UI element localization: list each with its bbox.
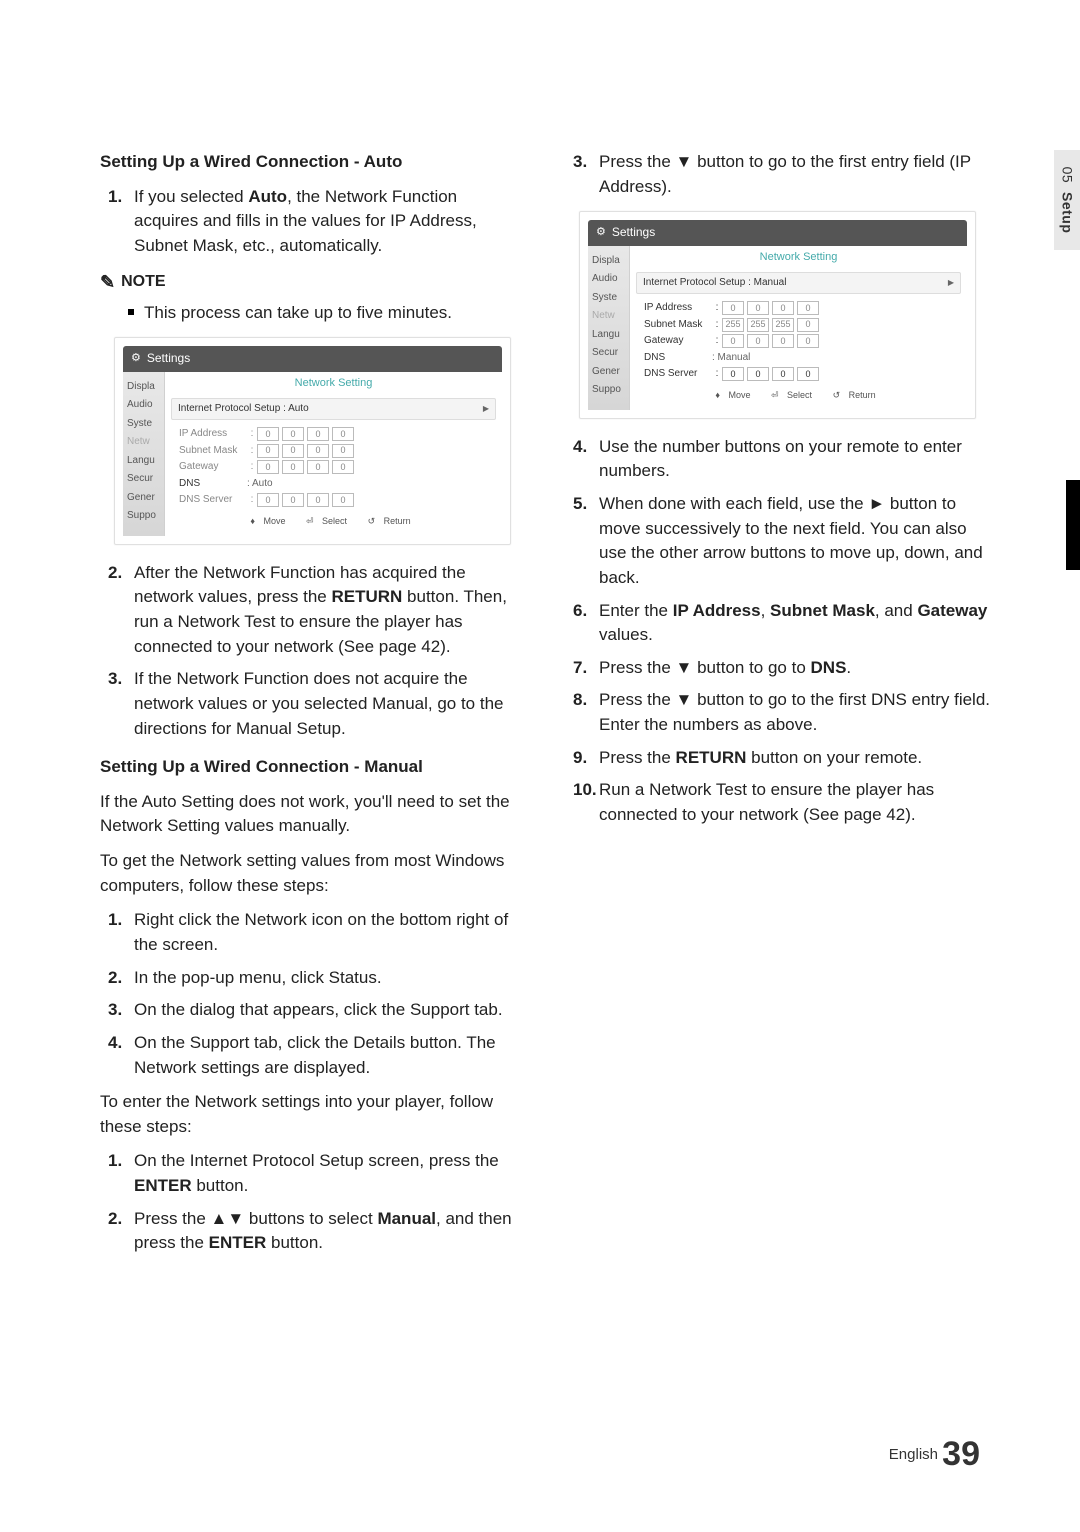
list-item: 2.In the pop-up menu, click Status.	[108, 966, 525, 991]
list-item: 6.Enter the IP Address, Subnet Mask, and…	[573, 599, 990, 648]
note-heading: ✎ NOTE	[100, 269, 525, 295]
ip-octet: 0	[332, 444, 354, 458]
ip-field-row: Subnet Mask:0000	[171, 443, 496, 460]
list-item: 4.Use the number buttons on your remote …	[573, 435, 990, 484]
ip-octet: 0	[332, 427, 354, 441]
ip-octet: 0	[797, 301, 819, 315]
screenshot-sidebar: Displa Audio Syste Netw Langu Secur Gene…	[588, 246, 630, 410]
chapter-label: Setup	[1059, 192, 1075, 233]
ip-octet: 0	[257, 444, 279, 458]
ip-octet: 0	[722, 301, 744, 315]
right-step-3: 3. Press the ▼ button to go to the first…	[573, 150, 990, 199]
gear-icon: ⚙	[596, 225, 606, 241]
chapter-tab: 05 Setup	[1054, 150, 1080, 250]
ip-field-row: Gateway:0000	[171, 459, 496, 476]
thumb-indicator	[1066, 480, 1080, 570]
screenshot-manual: ⚙ Settings Displa Audio Syste Netw Langu…	[579, 211, 976, 418]
list-item: 1.Right click the Network icon on the bo…	[108, 908, 525, 957]
ip-octet: 0	[257, 460, 279, 474]
ip-octet: 0	[282, 444, 304, 458]
screenshot-sidebar: Displa Audio Syste Netw Langu Secur Gene…	[123, 372, 165, 536]
ip-octet: 0	[797, 334, 819, 348]
screenshot-footer: ♦ Move ⏎ Select ↺ Return	[171, 509, 496, 530]
chevron-right-icon: ▶	[483, 403, 489, 415]
ip-octet: 0	[797, 318, 819, 332]
ip-octet: 255	[722, 318, 744, 332]
note-icon: ✎	[100, 269, 115, 295]
list-item: 7.Press the ▼ button to go to DNS.	[573, 656, 990, 681]
protocol-row: Internet Protocol Setup : Auto▶	[171, 398, 496, 421]
enter-step-2: 2. Press the ▲▼ buttons to select Manual…	[108, 1207, 525, 1256]
chevron-right-icon: ▶	[948, 277, 954, 289]
list-item: 3.On the dialog that appears, click the …	[108, 998, 525, 1023]
gear-icon: ⚙	[131, 351, 141, 367]
ip-field-row: IP Address:0000	[171, 426, 496, 443]
heading-manual: Setting Up a Wired Connection - Manual	[100, 755, 525, 780]
ip-octet: 0	[307, 427, 329, 441]
screenshot-header: Network Setting	[636, 246, 961, 272]
list-item: 10.Run a Network Test to ensure the play…	[573, 778, 990, 827]
list-item: 5.When done with each field, use the ► b…	[573, 492, 990, 591]
auto-step-1: 1. If you selected Auto, the Network Fun…	[108, 185, 525, 259]
ip-field-row: Subnet Mask:2552552550	[636, 317, 961, 334]
screenshot-titlebar: ⚙ Settings	[123, 346, 502, 371]
note-body: This process can take up to five minutes…	[100, 301, 525, 326]
screenshot-titlebar: ⚙ Settings	[588, 220, 967, 245]
dns-row: DNS : Manual	[636, 350, 961, 367]
ip-octet: 0	[282, 427, 304, 441]
list-item: 4.On the Support tab, click the Details …	[108, 1031, 525, 1080]
ip-octet: 0	[332, 460, 354, 474]
screenshot-auto: ⚙ Settings Displa Audio Syste Netw Langu…	[114, 337, 511, 544]
manual-intro-2: To get the Network setting values from m…	[100, 849, 525, 898]
dns-row: DNS : Auto	[171, 476, 496, 493]
ip-octet: 0	[747, 301, 769, 315]
heading-auto: Setting Up a Wired Connection - Auto	[100, 150, 525, 175]
ip-octet: 255	[747, 318, 769, 332]
list-item: 8.Press the ▼ button to go to the first …	[573, 688, 990, 737]
ip-octet: 0	[722, 334, 744, 348]
ip-octet: 0	[307, 460, 329, 474]
screenshot-header: Network Setting	[171, 372, 496, 398]
auto-step-2: 2. After the Network Function has acquir…	[108, 561, 525, 660]
ip-octet: 0	[282, 460, 304, 474]
manual-enter-intro: To enter the Network settings into your …	[100, 1090, 525, 1139]
ip-octet: 0	[307, 444, 329, 458]
ip-octet: 255	[772, 318, 794, 332]
ip-octet: 0	[747, 334, 769, 348]
screenshot-footer: ♦ Move ⏎ Select ↺ Return	[636, 383, 961, 404]
manual-intro-1: If the Auto Setting does not work, you'l…	[100, 790, 525, 839]
dns-server-row: DNS Server : 0000	[636, 366, 961, 383]
page-footer: English 39	[889, 1435, 980, 1474]
ip-field-row: Gateway:0000	[636, 333, 961, 350]
auto-step-3: 3. If the Network Function does not acqu…	[108, 667, 525, 741]
ip-octet: 0	[772, 301, 794, 315]
ip-field-row: IP Address:0000	[636, 300, 961, 317]
ip-octet: 0	[772, 334, 794, 348]
bullet-icon	[128, 309, 134, 315]
ip-octet: 0	[257, 427, 279, 441]
dns-server-row: DNS Server : 0000	[171, 492, 496, 509]
chapter-num: 05	[1059, 167, 1075, 184]
enter-step-1: 1. On the Internet Protocol Setup screen…	[108, 1149, 525, 1198]
protocol-row: Internet Protocol Setup : Manual▶	[636, 272, 961, 295]
list-item: 9.Press the RETURN button on your remote…	[573, 746, 990, 771]
